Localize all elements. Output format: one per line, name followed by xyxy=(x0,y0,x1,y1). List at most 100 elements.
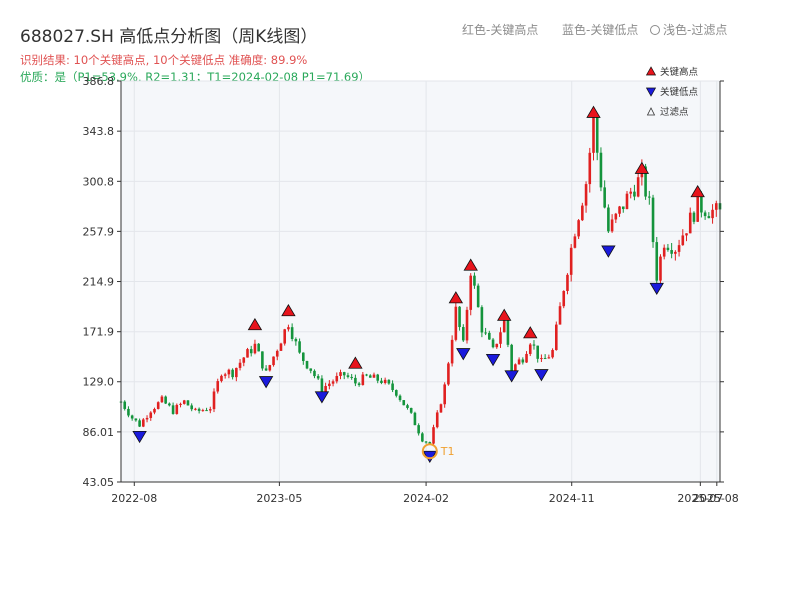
candle-body xyxy=(700,195,703,213)
candle-body xyxy=(216,381,220,392)
candle-body xyxy=(380,380,383,383)
candle-body xyxy=(197,408,201,411)
candle-body xyxy=(305,361,309,369)
candle-body xyxy=(365,374,368,376)
candle-body xyxy=(395,390,398,396)
candle-body xyxy=(681,235,685,246)
candle-body xyxy=(287,327,290,330)
kline-chart: T1 43.05 86.01 129.0 171.9 214.9 257.9 300.8 34… xyxy=(83,66,739,505)
candle-body xyxy=(205,410,208,412)
candle-body xyxy=(465,309,469,341)
candle-body xyxy=(688,212,692,234)
candle-body xyxy=(476,285,480,308)
x-tick-label: 2023-05 xyxy=(256,492,302,505)
candle-body xyxy=(227,369,231,375)
candle-body xyxy=(123,401,127,409)
candle-body xyxy=(335,375,339,382)
candle-body xyxy=(238,362,242,368)
candle-body xyxy=(584,184,588,206)
candle-body xyxy=(316,376,320,379)
candle-body xyxy=(153,408,156,413)
candle-body xyxy=(562,290,566,307)
y-tick-label: 129.0 xyxy=(83,376,115,389)
candle-body xyxy=(346,375,350,377)
y-tick-label: 386.8 xyxy=(83,75,115,88)
candle-body xyxy=(402,400,406,406)
candle-body xyxy=(662,247,666,257)
candle-body xyxy=(372,374,376,378)
y-tick-label: 171.9 xyxy=(83,326,115,339)
candle-body xyxy=(566,274,569,291)
candle-body xyxy=(636,177,640,197)
candle-body xyxy=(659,256,662,281)
candle-body xyxy=(703,212,707,217)
candle-body xyxy=(354,377,357,384)
candle-body xyxy=(279,343,283,351)
candle-body xyxy=(510,344,513,371)
candle-body xyxy=(461,327,465,341)
candle-body xyxy=(692,212,696,222)
y-tick-label: 86.01 xyxy=(83,426,115,439)
candle-body xyxy=(257,343,260,352)
candle-body xyxy=(480,307,484,333)
candle-body xyxy=(506,318,510,345)
candle-body xyxy=(361,374,365,386)
legend-high-marker xyxy=(645,66,657,76)
candle-body xyxy=(499,332,502,344)
candle-body xyxy=(320,378,324,393)
candle-body xyxy=(558,306,562,325)
candle-body xyxy=(413,412,417,426)
candle-body xyxy=(313,370,316,377)
candle-body xyxy=(525,353,528,363)
candle-body xyxy=(607,207,610,232)
candle-body xyxy=(298,341,301,353)
candle-body xyxy=(514,364,517,371)
y-tick-label: 214.9 xyxy=(83,276,115,289)
candle-body xyxy=(614,213,618,220)
candle-body xyxy=(450,339,454,364)
y-tick-label: 300.8 xyxy=(83,175,115,188)
candle-body xyxy=(473,275,476,286)
candle-body xyxy=(454,306,458,340)
candle-body xyxy=(595,117,599,153)
candle-body xyxy=(491,339,495,348)
candle-body xyxy=(432,427,435,444)
candle-body xyxy=(246,349,249,358)
candle-body xyxy=(554,324,558,350)
candle-body xyxy=(142,419,145,427)
candle-body xyxy=(610,219,614,232)
candle-body xyxy=(368,375,372,378)
candle-body xyxy=(685,233,688,236)
x-tick-label: 2022-08 xyxy=(111,492,157,505)
candle-body xyxy=(220,375,223,382)
candle-body xyxy=(618,206,621,214)
candle-body xyxy=(194,408,197,410)
candle-body xyxy=(190,405,193,410)
candle-body xyxy=(212,391,216,410)
candle-body xyxy=(551,349,554,358)
candle-body xyxy=(342,372,346,376)
candle-body xyxy=(149,412,153,418)
candle-body xyxy=(592,117,595,153)
candle-body xyxy=(201,410,205,412)
candle-body xyxy=(484,332,487,334)
candle-body xyxy=(488,332,491,340)
candle-body xyxy=(532,344,536,346)
candle-body xyxy=(707,216,711,219)
y-tick-label: 343.8 xyxy=(83,125,115,138)
t1-label: T1 xyxy=(440,445,455,458)
candle-body xyxy=(588,152,592,185)
candle-body xyxy=(391,383,394,391)
candle-body xyxy=(175,404,179,414)
candle-body xyxy=(521,359,525,363)
candle-body xyxy=(714,203,718,210)
candle-body xyxy=(439,404,443,413)
candle-body xyxy=(543,358,547,360)
candle-body xyxy=(309,368,313,371)
candle-body xyxy=(145,417,149,420)
candle-body xyxy=(711,209,714,219)
candle-body xyxy=(324,386,327,393)
candle-body xyxy=(495,343,499,348)
candle-body xyxy=(208,409,212,411)
candle-body xyxy=(376,374,380,381)
